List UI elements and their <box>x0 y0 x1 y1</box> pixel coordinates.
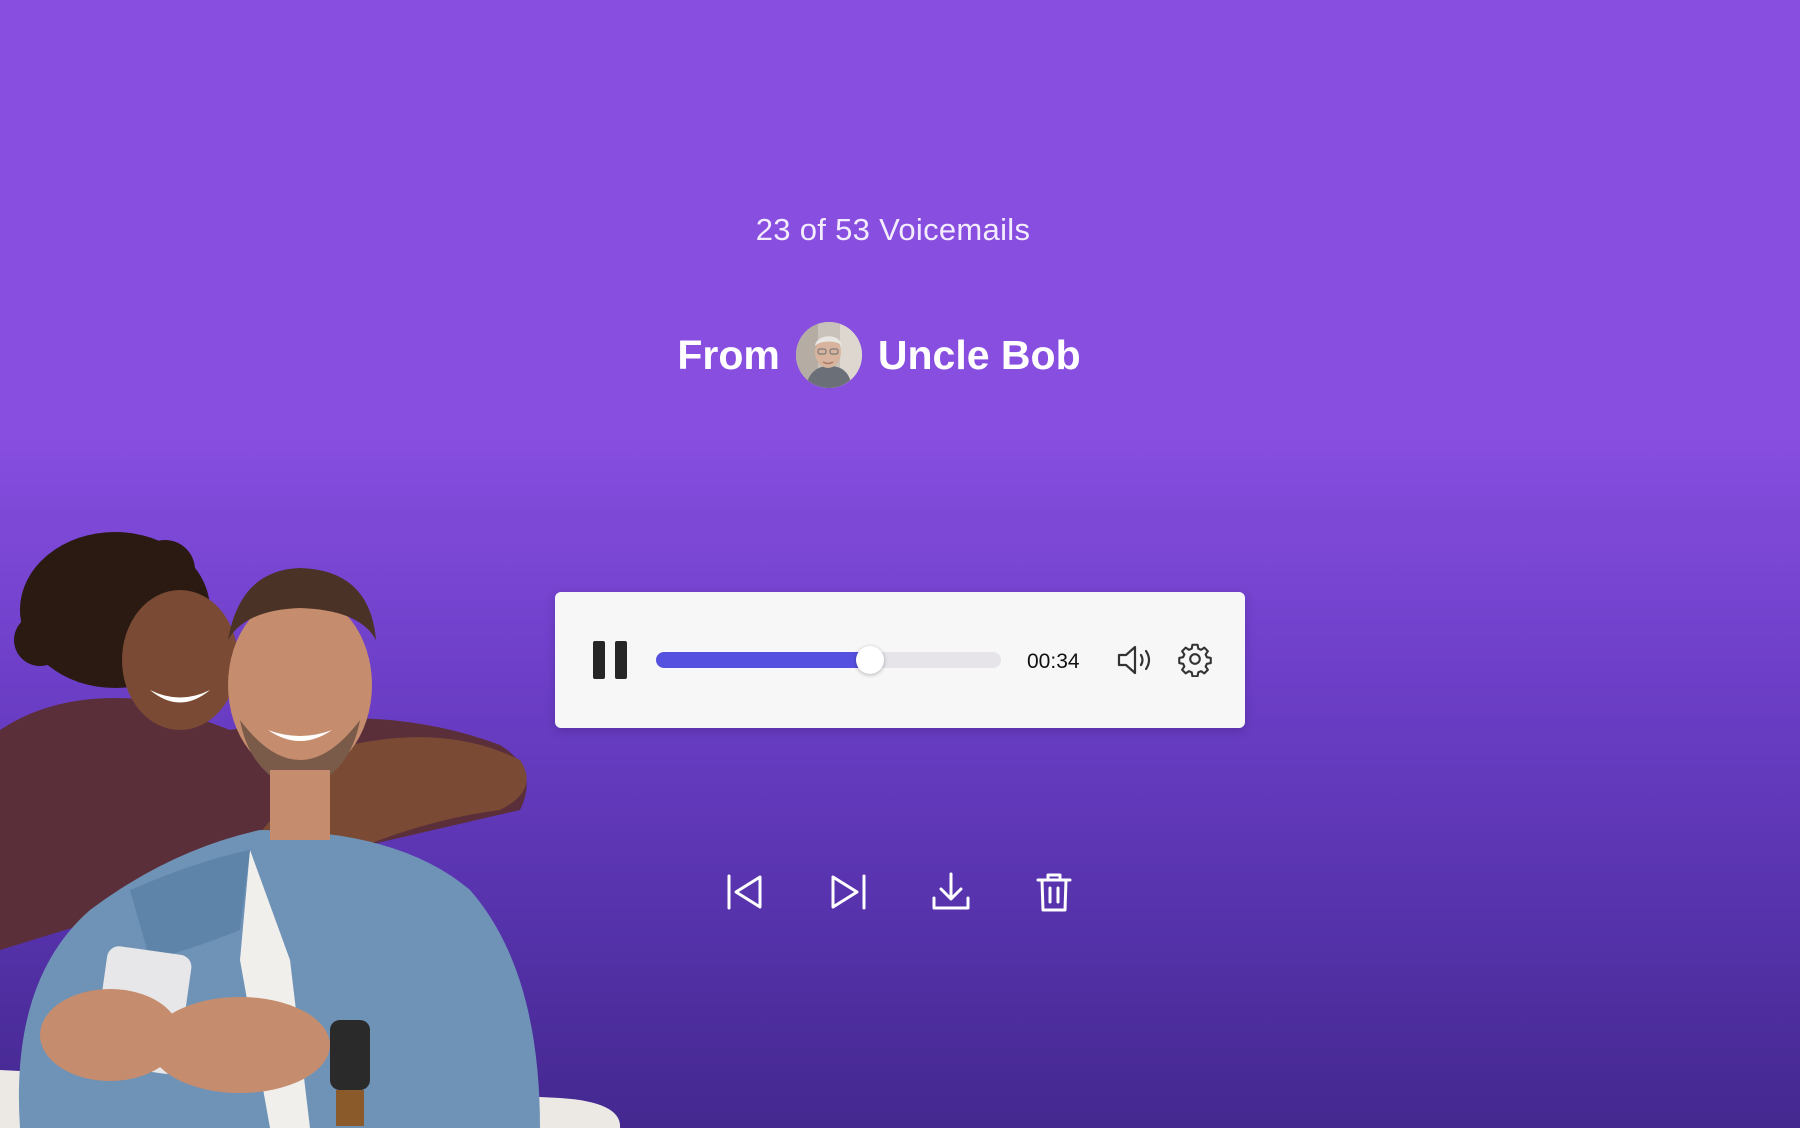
skip-next-icon <box>831 874 866 910</box>
couple-photo <box>0 530 622 1128</box>
download-icon <box>932 872 970 910</box>
settings-button[interactable] <box>1177 641 1213 678</box>
sender-name: Uncle Bob <box>877 331 1081 378</box>
download-button[interactable] <box>929 870 973 914</box>
skip-previous-icon <box>727 874 762 910</box>
speaker-icon <box>1117 645 1151 675</box>
avatar-photo-icon <box>795 322 862 388</box>
trash-icon <box>1036 873 1072 912</box>
sender-avatar <box>795 322 862 388</box>
sender-heading: From Uncle Bob <box>0 322 1758 388</box>
progress-handle[interactable] <box>855 646 884 674</box>
pause-icon <box>593 641 605 679</box>
voicemail-actions <box>0 870 1800 916</box>
delete-button[interactable] <box>1032 870 1076 914</box>
progress-slider[interactable] <box>656 646 1001 674</box>
elapsed-time: 00:34 <box>1027 650 1080 673</box>
from-label: From <box>677 331 780 378</box>
next-button[interactable] <box>826 870 870 914</box>
progress-fill <box>656 652 870 668</box>
pause-icon-bar <box>615 641 627 679</box>
gear-icon <box>1178 643 1212 678</box>
previous-button[interactable] <box>723 870 767 914</box>
volume-button[interactable] <box>1116 642 1154 678</box>
pause-button[interactable] <box>593 641 627 679</box>
audio-player: 00:34 <box>555 592 1245 728</box>
voicemail-counter: 23 of 53 Voicemails <box>755 212 1031 247</box>
